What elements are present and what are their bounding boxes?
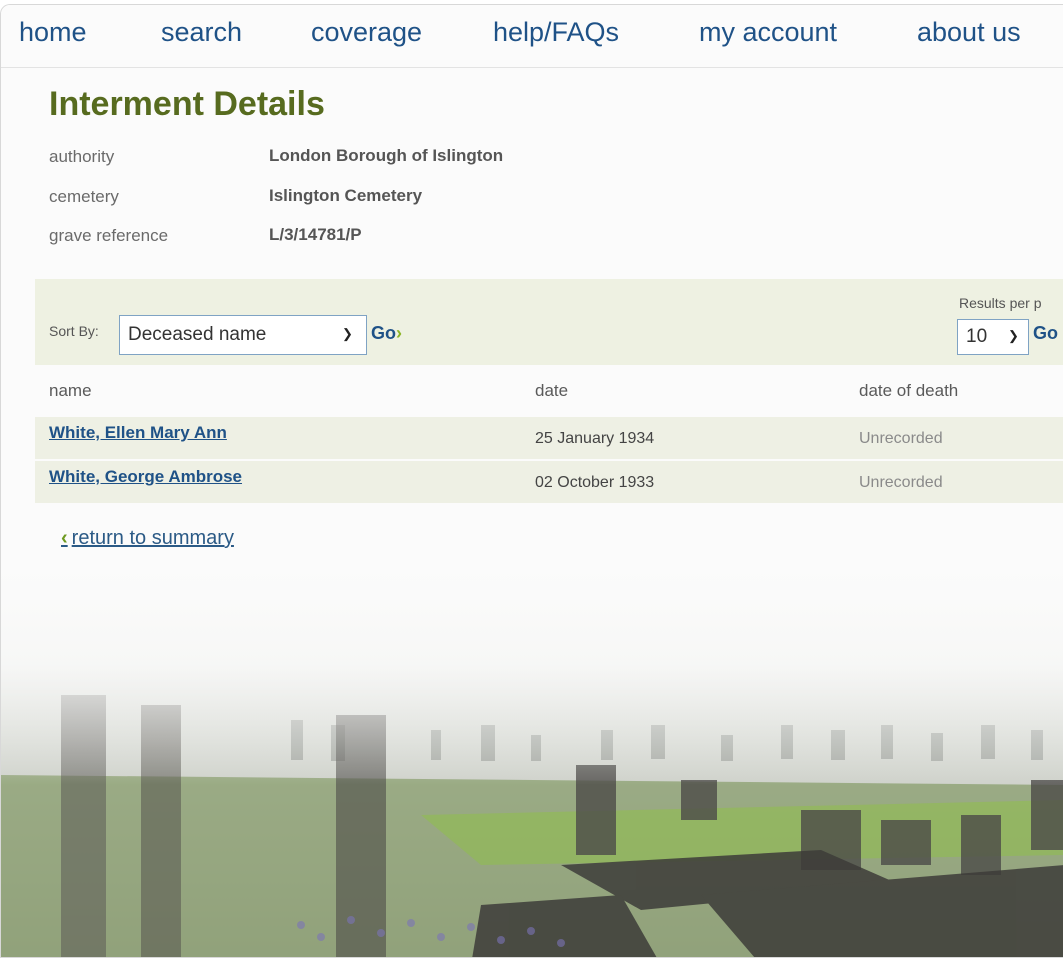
authority-value: London Borough of Islington bbox=[269, 146, 504, 165]
grave-reference-label: grave reference bbox=[49, 226, 169, 245]
results-per-page-go-button[interactable]: Go bbox=[1033, 323, 1058, 344]
chevron-left-icon: ‹ bbox=[61, 527, 68, 549]
deceased-name-link[interactable]: White, Ellen Mary Ann bbox=[49, 423, 227, 443]
return-to-summary-label: return to summary bbox=[71, 527, 234, 549]
cemetery-label: cemetery bbox=[49, 187, 119, 206]
authority-label: authority bbox=[49, 147, 115, 166]
arrow-right-icon: › bbox=[396, 323, 402, 343]
nav-home[interactable]: home bbox=[19, 17, 87, 48]
chevron-down-icon: ❯ bbox=[1008, 328, 1019, 343]
interment-date: 02 October 1933 bbox=[535, 474, 655, 491]
page-title: Interment Details bbox=[49, 85, 325, 123]
grave-reference-value: L/3/14781/P bbox=[269, 225, 362, 244]
sort-by-selected-value: Deceased name bbox=[128, 324, 267, 345]
nav-my-account[interactable]: my account bbox=[699, 17, 837, 48]
column-header-date[interactable]: date bbox=[535, 381, 568, 401]
results-per-page-select[interactable]: 10 ❯ bbox=[957, 319, 1029, 355]
cemetery-value: Islington Cemetery bbox=[269, 186, 423, 205]
nav-about-us[interactable]: about us bbox=[917, 17, 1021, 48]
return-to-summary-link[interactable]: ‹ return to summary bbox=[61, 527, 234, 550]
sort-go-label: Go bbox=[371, 323, 396, 343]
nav-help-faqs[interactable]: help/FAQs bbox=[493, 17, 619, 48]
results-per-page-label: Results per p bbox=[959, 295, 1042, 311]
nav-coverage[interactable]: coverage bbox=[311, 17, 422, 48]
nav-search[interactable]: search bbox=[161, 17, 242, 48]
date-of-death: Unrecorded bbox=[859, 474, 943, 491]
table-row: White, George Ambrose 02 October 1933 Un… bbox=[35, 461, 1063, 503]
results-per-page-selected-value: 10 bbox=[966, 326, 988, 347]
sort-go-button[interactable]: Go› bbox=[371, 323, 402, 344]
interment-date: 25 January 1934 bbox=[535, 430, 655, 447]
table-row: White, Ellen Mary Ann 25 January 1934 Un… bbox=[35, 417, 1063, 459]
date-of-death: Unrecorded bbox=[859, 430, 943, 447]
column-header-date-of-death[interactable]: date of death bbox=[859, 381, 958, 401]
sort-toolbar: Sort By: Deceased name ❯ Go› Results per… bbox=[35, 279, 1063, 365]
sort-by-select[interactable]: Deceased name ❯ bbox=[119, 315, 367, 355]
chevron-down-icon: ❯ bbox=[342, 326, 353, 341]
deceased-name-link[interactable]: White, George Ambrose bbox=[49, 467, 242, 487]
background-fade bbox=[1, 565, 1063, 785]
browser-frame: home search coverage help/FAQs my accoun… bbox=[0, 4, 1063, 958]
column-header-name[interactable]: name bbox=[49, 381, 92, 401]
top-navigation: home search coverage help/FAQs my accoun… bbox=[1, 5, 1063, 68]
sort-by-label: Sort By: bbox=[49, 323, 99, 339]
